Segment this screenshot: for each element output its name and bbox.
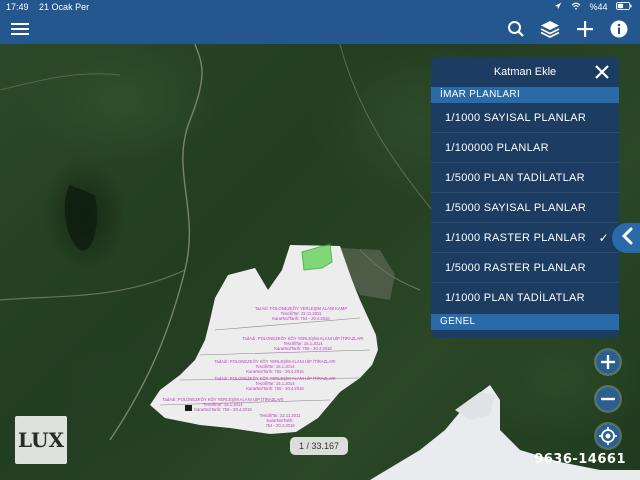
battery-percent: %44 [589,2,608,12]
layer-item-label: 1/1000 SAYISAL PLANLAR [445,112,587,124]
parcel-label-1[interactable]: TasAdı: POLONEZKÖY YERLEŞİM ALANI KAMP T… [246,306,356,321]
section-imar-planlari[interactable]: İMAR PLANLARI [431,87,619,103]
company-logo: LUX [15,416,67,464]
layer-item-label: 1/1000 PLAN TADİLATLAR [445,292,585,304]
zoom-out-icon [596,387,620,411]
zoom-in-button[interactable] [594,348,622,376]
search-icon[interactable] [504,17,528,41]
layer-item-label: 1/5000 PLAN TADİLATLAR [445,172,585,184]
parcel-label-line: KararNo/Tarih: 755 - 20.4.2016 [274,346,332,351]
chevron-left-icon [620,227,634,250]
parcel-label-4[interactable]: TadAdı: POLONEZKÖY KÖY YERLEŞİM ALANI Uİ… [200,376,350,391]
zoom-out-button[interactable] [594,385,622,413]
parcel-label-3[interactable]: TadAdı: POLONEZKÖY KÖY YERLEŞİM ALANI Uİ… [200,359,350,374]
logo-text: LUX [18,428,64,452]
parcel-label-2[interactable]: TadAdı: POLONEZKÖY KÖY YERLEŞİM ALANI Uİ… [228,336,378,351]
layer-item-1-5000-sayisal[interactable]: 1/5000 SAYISAL PLANLAR [431,193,619,223]
phone-number: 9636-14661 [534,452,626,467]
layer-item-label: 1/1000 RASTER PLANLAR [445,232,586,244]
top-navbar [0,14,640,44]
layer-item-1-1000-plan-tadilatlar[interactable]: 1/1000 PLAN TADİLATLAR [431,283,619,313]
layer-panel-title: Katman Ekle [493,66,557,78]
layer-item-label: 1/5000 RASTER PLANLAR [445,262,586,274]
battery-icon [616,2,632,12]
menu-icon[interactable] [8,17,32,41]
layer-panel: Katman Ekle İMAR PLANLARI 1/1000 SAYISAL… [431,57,619,338]
add-icon[interactable] [573,17,597,41]
status-date: 21 Ocak Per [39,2,90,12]
parcel-label-5[interactable]: TadAdı: POLONEZKÖY KÖY YERLEŞİM ALANI Uİ… [148,397,298,412]
layer-item-1-5000-raster[interactable]: 1/5000 RASTER PLANLAR [431,253,619,283]
zoom-in-icon [596,350,620,374]
parcel-label-line: KararNo/Tarih: 754 - 20.4.2016 [272,316,330,321]
page-counter: 1 / 33.167 [290,437,348,455]
wifi-icon [571,2,584,12]
layer-item-label: 1/100000 PLANLAR [445,142,549,154]
info-icon[interactable] [607,17,631,41]
layers-icon[interactable] [538,17,562,41]
location-arrow-icon [554,2,565,12]
parcel-label-line: KararNo/Tarih: 755 - 20.4.2016 [246,369,304,374]
status-bar: 17:49 21 Ocak Per %44 [0,0,640,14]
layer-item-1-5000-plan-tadilatlar[interactable]: 1/5000 PLAN TADİLATLAR [431,163,619,193]
layer-item-1-1000-sayisal[interactable]: 1/1000 SAYISAL PLANLAR [431,103,619,133]
my-location-icon [596,424,620,448]
layer-item-1-1000-raster[interactable]: 1/1000 RASTER PLANLAR ✓ [431,223,619,253]
parcel-label-line: 754 - 20.4.2016 [265,423,295,428]
panel-toggle-tab[interactable] [612,223,640,253]
layer-item-label: 1/5000 SAYISAL PLANLAR [445,202,587,214]
parcel-label-line: KararNo/Tarih: 755 - 20.4.2016 [246,386,304,391]
layer-panel-header: Katman Ekle [431,57,619,87]
section-genel[interactable]: GENEL [431,314,619,330]
status-time: 17:49 [6,2,29,12]
my-location-button[interactable] [594,422,622,450]
close-icon[interactable] [593,63,611,81]
parcel-label-6[interactable]: TescilliTar: 22.11.2011 KararNo/Tarih: 7… [250,413,310,428]
parcel-label-line: KararNo/Tarih: 755 - 20.4.2016 [194,407,252,412]
checkmark-icon: ✓ [598,231,609,245]
layer-item-1-100000-planlar[interactable]: 1/100000 PLANLAR [431,133,619,163]
